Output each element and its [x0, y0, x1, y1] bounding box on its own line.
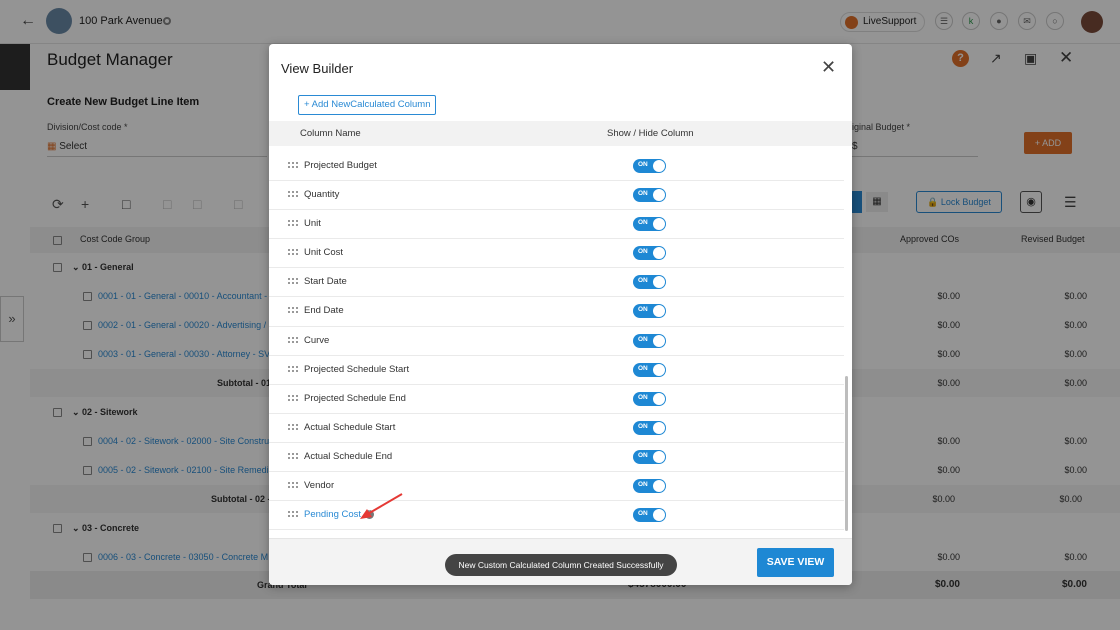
- toggle-on-label: ON: [638, 451, 648, 459]
- column-row[interactable]: Actual Schedule Start ON: [269, 414, 844, 443]
- annotation-arrow-icon: [360, 493, 403, 519]
- column-name: Unit: [304, 218, 321, 230]
- visibility-toggle[interactable]: ON: [633, 479, 666, 494]
- drag-handle-icon[interactable]: [288, 423, 298, 432]
- drag-handle-icon[interactable]: [288, 336, 298, 345]
- column-name: Actual Schedule Start: [304, 421, 396, 433]
- column-row[interactable]: End Date ON: [269, 297, 844, 327]
- close-icon[interactable]: ✕: [821, 57, 836, 78]
- column-row[interactable]: Projected Budget ON: [269, 152, 844, 182]
- toggle-knob: [653, 189, 665, 202]
- toggle-on-label: ON: [638, 306, 648, 314]
- drag-handle-icon[interactable]: [288, 365, 298, 374]
- drag-handle-icon[interactable]: [288, 191, 298, 199]
- drag-handle-icon[interactable]: [288, 394, 298, 403]
- toggle-on-label: ON: [638, 335, 648, 343]
- toggle-knob: [653, 480, 665, 493]
- toggle-on-label: ON: [638, 422, 648, 430]
- toggle-knob: [653, 334, 665, 347]
- visibility-toggle[interactable]: ON: [633, 246, 666, 261]
- list-scrollbar[interactable]: [845, 376, 848, 531]
- toggle-knob: [653, 421, 665, 434]
- drag-handle-icon[interactable]: [288, 482, 298, 490]
- toggle-on-label: ON: [638, 190, 648, 198]
- column-row[interactable]: Projected Schedule Start ON: [269, 356, 844, 385]
- column-name-header: Column Name: [300, 128, 361, 139]
- column-name: Curve: [304, 334, 330, 346]
- toggle-knob: [653, 160, 665, 172]
- toggle-on-label: ON: [638, 510, 648, 518]
- column-name: Quantity: [304, 189, 340, 201]
- visibility-toggle[interactable]: ON: [633, 333, 666, 348]
- drag-handle-icon[interactable]: [288, 249, 298, 257]
- column-row[interactable]: Unit ON: [269, 210, 844, 240]
- visibility-toggle[interactable]: ON: [633, 188, 666, 203]
- visibility-toggle[interactable]: ON: [633, 362, 666, 377]
- column-name: Actual Schedule End: [304, 450, 393, 462]
- toggle-on-label: ON: [638, 481, 648, 489]
- column-list-header: Column Name Show / Hide Column: [269, 121, 852, 146]
- toggle-knob: [653, 305, 665, 318]
- column-list: Projected Budget ON Quantity ON Unit ON Unit C…: [269, 152, 844, 531]
- column-row[interactable]: Projected Schedule End ON: [269, 385, 844, 414]
- drag-handle-icon[interactable]: [288, 452, 298, 461]
- toggle-on-label: ON: [638, 161, 648, 168]
- column-row[interactable]: Start Date ON: [269, 268, 844, 298]
- visibility-toggle[interactable]: ON: [633, 391, 666, 406]
- column-name: Projected Schedule Start: [304, 363, 410, 375]
- toggle-on-label: ON: [638, 393, 648, 401]
- column-name: End Date: [304, 305, 344, 317]
- toggle-on-label: ON: [638, 277, 648, 285]
- visibility-toggle[interactable]: ON: [633, 420, 666, 435]
- toggle-knob: [653, 450, 665, 463]
- add-calculated-column-button[interactable]: + Add NewCalculated Column: [298, 95, 437, 115]
- toggle-knob: [653, 363, 665, 376]
- toggle-knob: [653, 509, 665, 522]
- drag-handle-icon[interactable]: [288, 511, 298, 519]
- column-name: Unit Cost: [304, 247, 344, 259]
- visibility-toggle[interactable]: ON: [633, 217, 666, 232]
- view-builder-modal: View Builder ✕ + Add NewCalculated Colum…: [269, 44, 852, 585]
- column-name: Projected Schedule End: [304, 392, 406, 404]
- visibility-toggle[interactable]: ON: [633, 304, 666, 319]
- visibility-toggle[interactable]: ON: [633, 275, 666, 290]
- column-row[interactable]: Unit Cost ON: [269, 239, 844, 269]
- column-name: Start Date: [304, 276, 347, 288]
- column-row[interactable]: Curve ON: [269, 327, 844, 356]
- toggle-knob: [653, 218, 665, 231]
- drag-handle-icon[interactable]: [288, 220, 298, 228]
- toggle-on-label: ON: [638, 219, 648, 227]
- success-toast: New Custom Calculated Column Created Suc…: [445, 554, 677, 576]
- column-name: Projected Budget: [304, 160, 377, 171]
- toggle-knob: [653, 276, 665, 289]
- drag-handle-icon[interactable]: [288, 162, 298, 170]
- column-name[interactable]: Pending Cost: [304, 509, 361, 520]
- drag-handle-icon[interactable]: [288, 307, 298, 315]
- column-row[interactable]: Quantity ON: [269, 181, 844, 211]
- visibility-toggle[interactable]: ON: [633, 508, 666, 523]
- modal-title: View Builder: [281, 61, 354, 76]
- show-hide-header: Show / Hide Column: [607, 128, 694, 139]
- save-view-button[interactable]: SAVE VIEW: [757, 548, 834, 577]
- toggle-knob: [653, 392, 665, 405]
- toggle-on-label: ON: [638, 364, 648, 372]
- toggle-knob: [653, 247, 665, 260]
- column-name: Vendor: [304, 480, 335, 492]
- drag-handle-icon[interactable]: [288, 278, 298, 286]
- visibility-toggle[interactable]: ON: [633, 159, 666, 173]
- visibility-toggle[interactable]: ON: [633, 449, 666, 464]
- toggle-on-label: ON: [638, 248, 648, 256]
- column-row[interactable]: Actual Schedule End ON: [269, 443, 844, 473]
